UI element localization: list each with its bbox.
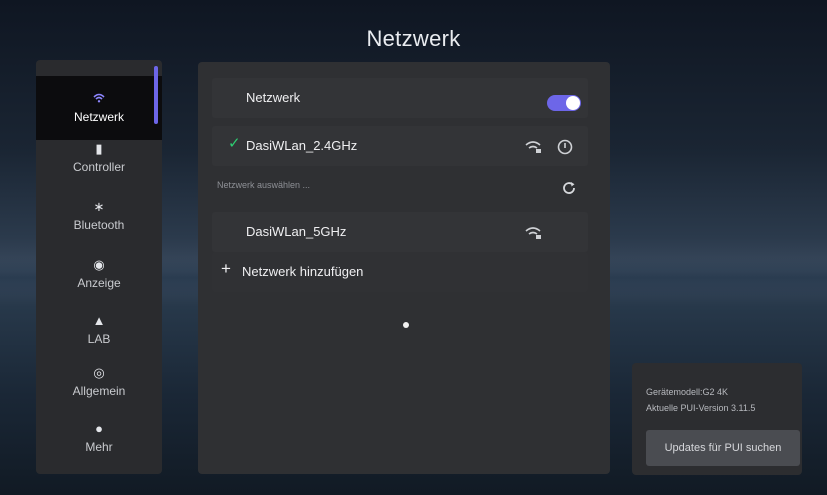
page-title: Netzwerk (366, 26, 461, 51)
add-network-label: Netzwerk hinzufügen (242, 264, 364, 279)
pointer-cursor (403, 322, 409, 328)
sidebar-item-mehr[interactable]: ● Mehr (36, 412, 162, 464)
pui-version: Aktuelle PUI-Version 3.11.5 (646, 403, 756, 413)
network-name: DasiWLan_5GHz (246, 224, 347, 239)
flask-icon: ▲ (92, 313, 106, 328)
sidebar-item-label: Controller (72, 160, 126, 174)
sidebar-item-label: Bluetooth (73, 218, 125, 232)
settings-sidebar: Netzwerk ▮ Controller ∗ Bluetooth ◉ Anze… (36, 60, 162, 474)
sidebar-item-label: Allgemein (72, 384, 126, 398)
wifi-icon (93, 92, 105, 106)
more-icon: ● (95, 421, 103, 436)
active-indicator (154, 66, 158, 124)
network-toggle-row: Netzwerk (212, 78, 588, 118)
check-updates-button[interactable]: Updates für PUI suchen (646, 430, 800, 466)
sidebar-item-anzeige[interactable]: ◉ Anzeige (36, 248, 162, 300)
select-network-label: Netzwerk auswählen ... (217, 180, 311, 190)
network-toggle-label: Netzwerk (246, 90, 301, 105)
plus-icon: + (221, 259, 231, 278)
controller-icon: ▮ (95, 141, 103, 156)
sidebar-item-controller[interactable]: ▮ Controller (36, 132, 162, 184)
sidebar-item-label: LAB (87, 332, 111, 346)
toggle-knob (566, 96, 580, 110)
eye-icon: ◉ (93, 257, 105, 272)
wifi-lock-icon (525, 141, 541, 153)
sidebar-item-label: Netzwerk (73, 110, 124, 124)
sidebar-item-lab[interactable]: ▲ LAB (36, 304, 162, 356)
network-panel: Netzwerk DasiWLan_2.4GHz DasiWLan_5GHz N… (198, 62, 610, 474)
wifi-lock-icon (525, 227, 541, 239)
network-toggle[interactable] (547, 95, 581, 111)
sidebar-item-allgemein[interactable]: ◎ Allgemein (36, 356, 162, 408)
bluetooth-icon: ∗ (93, 199, 105, 214)
device-model: Gerätemodell:G2 4K (646, 387, 729, 397)
check-icon: ✓ (228, 135, 241, 152)
sidebar-item-label: Anzeige (77, 276, 121, 290)
general-icon: ◎ (93, 365, 105, 380)
sidebar-item-bluetooth[interactable]: ∗ Bluetooth (36, 190, 162, 242)
sidebar-item-label: Mehr (85, 440, 113, 454)
sidebar-item-netzwerk[interactable]: Netzwerk (36, 76, 162, 140)
info-icon[interactable] (557, 139, 573, 155)
add-network-row[interactable]: Netzwerk hinzufügen (212, 252, 588, 292)
refresh-icon[interactable] (561, 180, 577, 196)
connected-network-name: DasiWLan_2.4GHz (246, 138, 358, 153)
